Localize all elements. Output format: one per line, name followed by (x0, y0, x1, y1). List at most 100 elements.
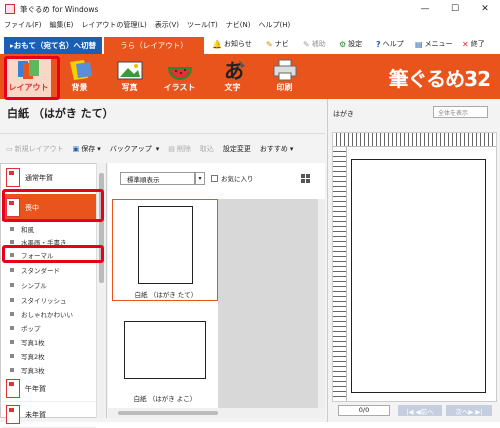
bullet-icon (10, 340, 14, 344)
list-item[interactable]: ポップ (2, 321, 96, 335)
change-settings-button[interactable]: 設定変更 (223, 144, 251, 154)
list-item[interactable]: シンプル (2, 278, 96, 292)
preview-label: はがき (333, 110, 354, 118)
sort-select[interactable]: 標準順表示 (120, 172, 195, 185)
tab-back-layout[interactable]: うら（レイアウト） (104, 37, 204, 54)
list-item[interactable]: スタンダード (2, 263, 96, 277)
template-card[interactable]: 白紙 （はがき よこ） (112, 307, 218, 409)
delete-button[interactable]: ▤ 削除 (168, 144, 191, 154)
list-item-label: おしゃれかわいい (21, 311, 73, 319)
help-label: ヘルプ (382, 40, 404, 48)
menu-edit[interactable]: 編集(E) (50, 20, 74, 30)
scrollbar-thumb[interactable] (118, 411, 218, 415)
close-window-button[interactable]: ✕ (470, 0, 500, 18)
ribbon-illustration-label: イラスト (163, 83, 196, 92)
settings-button[interactable]: ⚙ 設定 (339, 39, 362, 49)
chevron-down-icon: ▾ (97, 144, 101, 153)
recommended-button[interactable]: おすすめ ▾ (260, 144, 294, 154)
favorites-checkbox[interactable]: お気に入り (211, 173, 254, 183)
bullet-icon (10, 253, 14, 257)
vertical-ruler (333, 147, 347, 401)
help-button[interactable]: ? ヘルプ (376, 39, 404, 49)
bullet-icon (10, 298, 14, 302)
helper-button[interactable]: ✎ 補助 (303, 39, 326, 49)
card-thumbnail-icon (6, 198, 20, 217)
postcard-portrait-thumbnail (138, 206, 193, 284)
ribbon-background-button[interactable]: 背景 (57, 57, 102, 97)
bell-icon: 🔔 (212, 39, 222, 49)
preview-canvas (332, 132, 497, 402)
news-label: お知らせ (223, 40, 252, 48)
menu-view[interactable]: 表示(V) (155, 20, 179, 30)
backup-button[interactable]: バックアップ ▾ (110, 144, 160, 154)
content-vertical-scrollbar[interactable] (318, 199, 325, 408)
list-item[interactable]: 水墨画・手書き (2, 235, 96, 249)
category-item[interactable]: 未年賀 (2, 402, 96, 428)
photo-icon (117, 61, 142, 80)
chevron-down-icon[interactable]: ▾ (195, 172, 205, 185)
ribbon-text-label: 文字 (224, 83, 241, 92)
trash-icon: ▤ (168, 144, 175, 153)
ribbon-illustration-button[interactable]: イラスト (157, 57, 202, 97)
menu-tools[interactable]: ツール(T) (187, 20, 218, 30)
exit-button[interactable]: ✕ 終了 (462, 39, 485, 49)
template-card-label: 白紙 （はがき よこ） (133, 395, 197, 403)
category-item[interactable]: 午年賀 (2, 376, 96, 402)
exit-label: 終了 (470, 40, 485, 48)
save-label: 保存 (81, 144, 96, 153)
settings-label: 設定 (348, 40, 363, 48)
grid-view-icon[interactable] (301, 174, 311, 184)
chevron-down-icon: ▾ (289, 144, 294, 153)
template-card-selected[interactable]: 白紙 （はがき たて） (112, 199, 218, 301)
layout-title: 白紙 （はがき たて） (0, 99, 325, 133)
new-layout-button[interactable]: ▭ 新規レイアウト (6, 144, 64, 154)
window-title: 筆ぐるめ for Windows (20, 4, 99, 14)
maximize-button[interactable]: ☐ (440, 0, 470, 18)
bullet-icon (10, 312, 14, 316)
new-layout-icon: ▭ (6, 144, 13, 153)
view-select[interactable]: 全体を表示 (433, 106, 488, 118)
import-label: 取込 (199, 144, 214, 153)
next-page-button[interactable]: 次へ▶ ▶| (446, 405, 492, 416)
news-button[interactable]: 🔔 お知らせ (212, 39, 252, 49)
list-item-formal[interactable]: フォーマル (2, 248, 96, 262)
save-icon: ▣ (72, 144, 80, 153)
list-item[interactable]: スタイリッシュ (2, 293, 96, 307)
minimize-button[interactable]: — (410, 0, 440, 18)
preview-footer: 0/0 |◀ ◀前へ 次へ▶ ▶| (332, 405, 497, 417)
list-item-label: 和風 (21, 226, 34, 234)
category-item-selected[interactable]: 喪中 (2, 194, 96, 222)
list-item[interactable]: 写真1枚 (2, 335, 96, 349)
category-item[interactable]: 通常年賀 (2, 165, 96, 191)
ribbon-layout-button[interactable]: レイアウト (6, 57, 51, 97)
menu-layout-manage[interactable]: レイアウトの管理(L) (81, 20, 146, 30)
ribbon-photo-button[interactable]: 写真 (107, 57, 152, 97)
sidebar-scrollbar[interactable] (96, 163, 106, 418)
bullet-icon (10, 227, 14, 231)
ribbon-text-button[interactable]: あ 文字 (210, 57, 255, 97)
save-button[interactable]: ▣ 保存 ▾ (73, 144, 101, 154)
ribbon-print-button[interactable]: 印刷 (262, 57, 307, 97)
menu-help[interactable]: ヘルプ(H) (258, 20, 290, 30)
tab-front-address[interactable]: ▸おもて（宛て名）へ切替 (4, 37, 102, 54)
list-item[interactable]: 写真2枚 (2, 349, 96, 363)
list-item[interactable]: 写真3枚 (2, 363, 96, 377)
import-button[interactable]: 取込 (200, 144, 214, 154)
change-settings-label: 設定変更 (222, 144, 251, 153)
content-horizontal-scrollbar[interactable] (108, 408, 325, 418)
help-icon: ? (376, 39, 381, 49)
checkbox-icon (211, 174, 218, 182)
favorites-label: お気に入り (221, 175, 254, 183)
main-menu-button[interactable]: ▤ メニュー (415, 39, 453, 49)
navi-button[interactable]: ✎ ナビ (266, 39, 289, 49)
empty-area (218, 199, 318, 409)
scrollbar-thumb[interactable] (99, 173, 104, 283)
prev-page-button[interactable]: |◀ ◀前へ (398, 405, 442, 416)
ribbon-layout-label: レイアウト (8, 83, 49, 92)
preview-panel: はがき 全体を表示 0/0 |◀ ◀前へ 次へ▶ ▶| (327, 99, 500, 422)
list-item[interactable]: おしゃれかわいい (2, 307, 96, 321)
close-icon: ✕ (462, 39, 469, 49)
list-item[interactable]: 和風 (2, 222, 96, 236)
menu-file[interactable]: ファイル(F) (4, 20, 42, 30)
menu-navi[interactable]: ナビ(N) (226, 20, 251, 30)
